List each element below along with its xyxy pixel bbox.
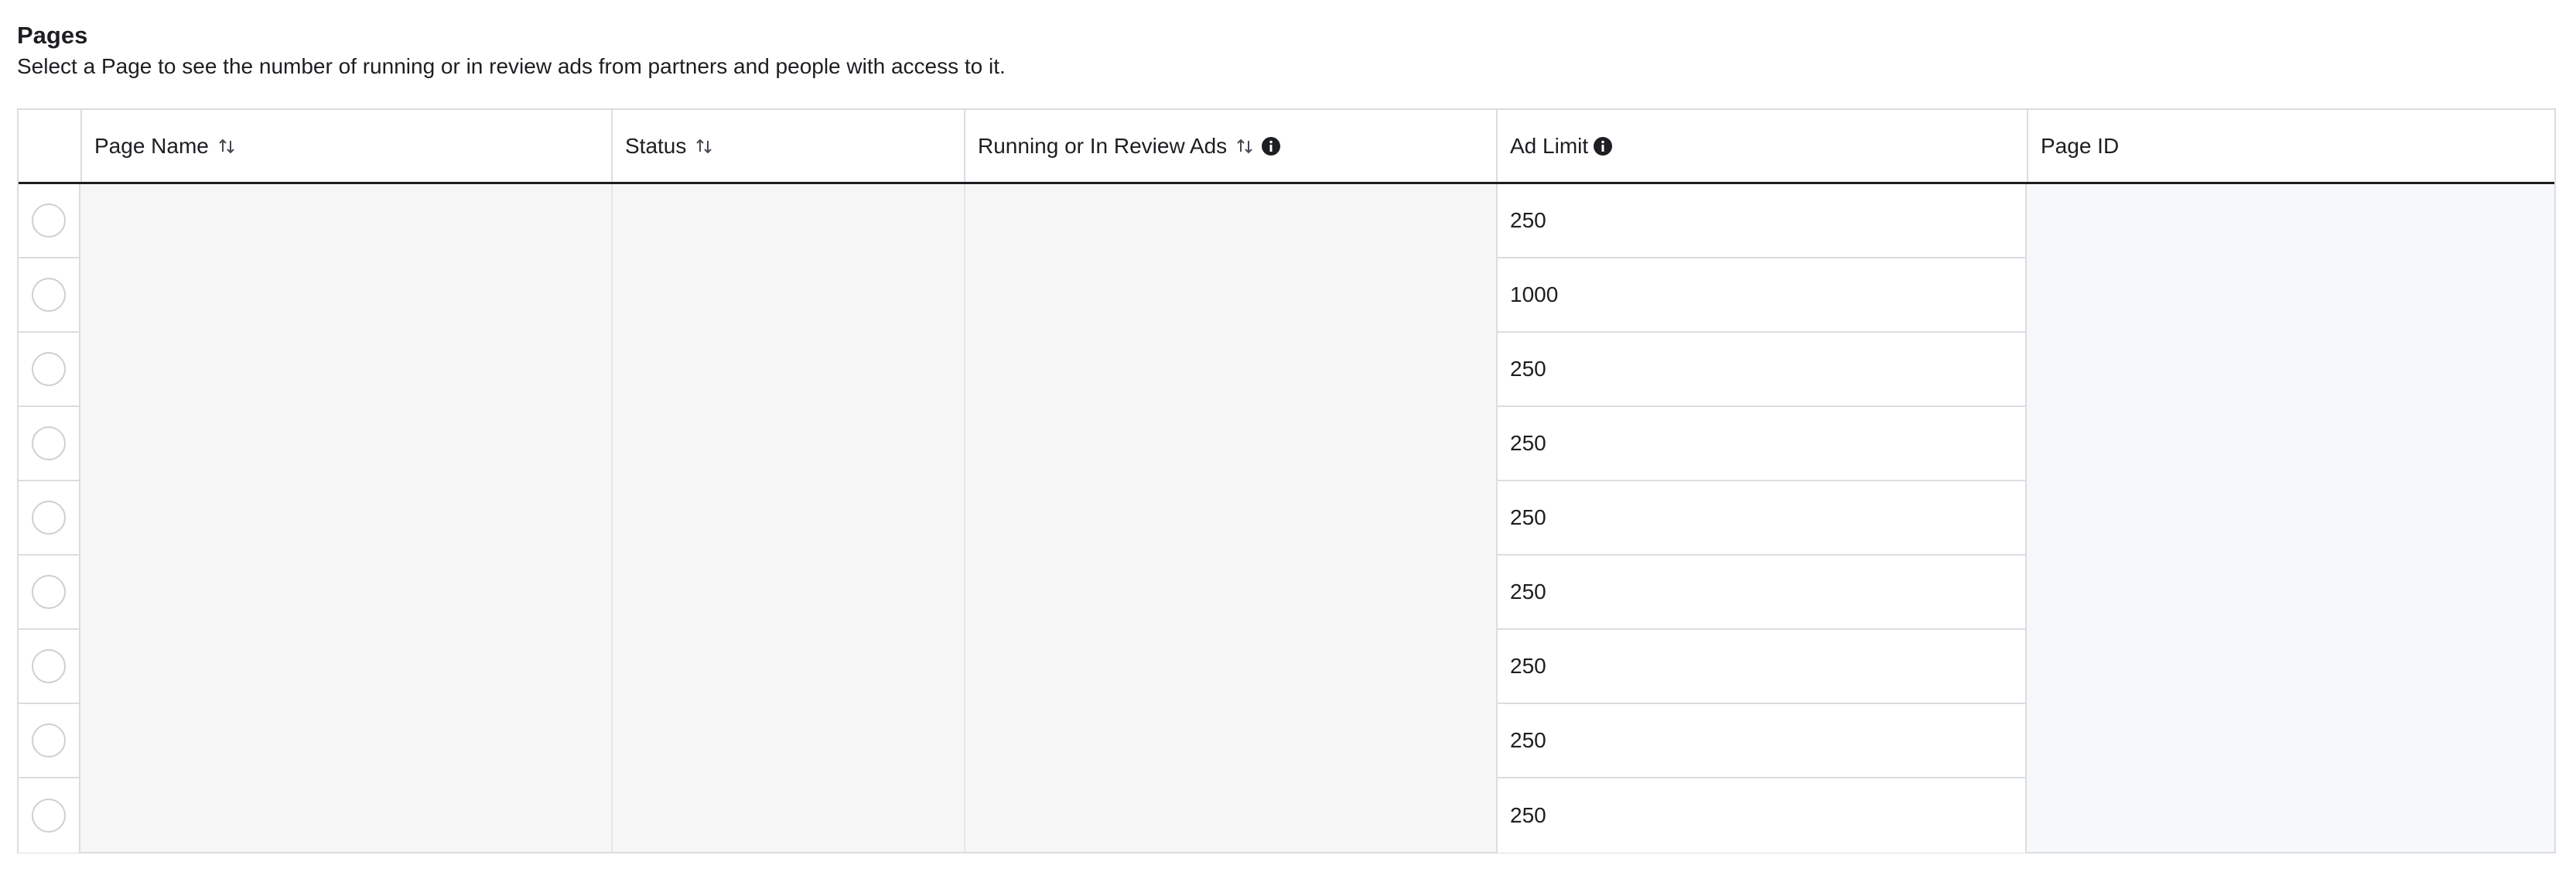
column-header-running-or-in-review-ads[interactable]: Running or In Review Ads — [964, 110, 1496, 182]
table-row[interactable]: 250 — [19, 704, 2554, 778]
section-title: Pages — [17, 22, 88, 49]
select-column-header — [19, 110, 80, 182]
row-radio-button[interactable] — [32, 352, 66, 386]
table-row[interactable]: 250 — [19, 630, 2554, 704]
row-radio-button[interactable] — [32, 575, 66, 609]
select-cell — [19, 258, 80, 333]
ad-limit-cell: 250 — [1496, 184, 2027, 258]
select-cell — [19, 778, 80, 853]
row-radio-button[interactable] — [32, 278, 66, 312]
row-radio-button[interactable] — [32, 799, 66, 833]
info-circle-icon[interactable] — [1593, 136, 1613, 156]
column-label: Running or In Review Ads — [978, 133, 1228, 158]
ad-limit-cell: 1000 — [1496, 258, 2027, 333]
ad-limit-cell: 250 — [1496, 407, 2027, 481]
section-subtitle: Select a Page to see the number of runni… — [17, 54, 1006, 78]
column-label: Page ID — [2041, 133, 2120, 158]
sort-arrows-icon[interactable] — [695, 138, 712, 155]
column-label: Ad Limit — [1510, 133, 1589, 158]
pages-table: Page Name Status Running or In Review Ad… — [17, 108, 2556, 853]
ad-limit-cell: 250 — [1496, 556, 2027, 630]
ad-limit-cell: 250 — [1496, 630, 2027, 704]
select-cell — [19, 481, 80, 556]
select-cell — [19, 630, 80, 704]
column-header-page-id: Page ID — [2027, 110, 2554, 182]
row-radio-button[interactable] — [32, 723, 66, 758]
column-header-status[interactable]: Status — [611, 110, 964, 182]
table-row[interactable]: 250 — [19, 778, 2554, 853]
select-cell — [19, 407, 80, 481]
row-radio-button[interactable] — [32, 204, 66, 238]
table-row[interactable]: 250 — [19, 407, 2554, 481]
info-circle-icon[interactable] — [1261, 136, 1281, 156]
sort-arrows-icon[interactable] — [218, 138, 235, 155]
row-radio-button[interactable] — [32, 501, 66, 535]
table-header: Page Name Status Running or In Review Ad… — [19, 110, 2554, 184]
column-header-page-name[interactable]: Page Name — [80, 110, 611, 182]
column-header-ad-limit: Ad Limit — [1496, 110, 2027, 182]
ad-limit-cell: 250 — [1496, 333, 2027, 407]
table-row[interactable]: 250 — [19, 184, 2554, 258]
sort-arrows-icon[interactable] — [1236, 138, 1253, 155]
row-radio-button[interactable] — [32, 426, 66, 460]
table-row[interactable]: 250 — [19, 556, 2554, 630]
table-row[interactable]: 1000 — [19, 258, 2554, 333]
select-cell — [19, 333, 80, 407]
select-cell — [19, 184, 80, 258]
select-cell — [19, 704, 80, 778]
row-radio-button[interactable] — [32, 649, 66, 683]
ad-limit-cell: 250 — [1496, 704, 2027, 778]
table-row[interactable]: 250 — [19, 481, 2554, 556]
select-cell — [19, 556, 80, 630]
section-header: Pages Select a Page to see the number of… — [17, 20, 1006, 80]
ad-limit-cell: 250 — [1496, 481, 2027, 556]
ad-limit-cell: 250 — [1496, 778, 2027, 853]
table-row[interactable]: 250 — [19, 333, 2554, 407]
column-label: Status — [625, 133, 687, 158]
column-label: Page Name — [94, 133, 209, 158]
